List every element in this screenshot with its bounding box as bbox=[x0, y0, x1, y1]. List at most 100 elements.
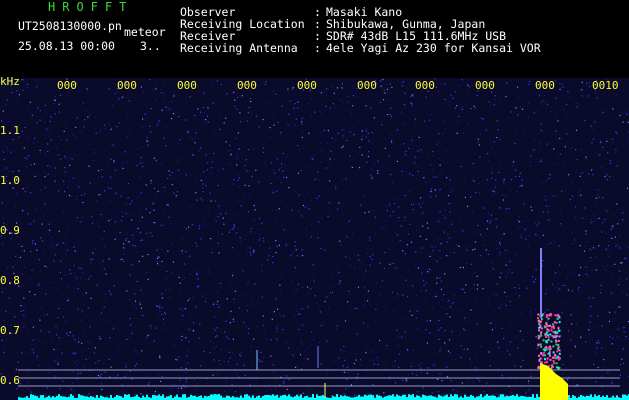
noise-dot bbox=[276, 328, 278, 330]
echo-dot bbox=[557, 346, 560, 349]
meteor-count: 3.. bbox=[140, 39, 161, 53]
noise-dot bbox=[443, 294, 445, 296]
baseline-bar bbox=[500, 394, 502, 400]
noise-dot bbox=[467, 381, 469, 383]
noise-dot bbox=[53, 99, 55, 101]
noise-dot bbox=[619, 306, 621, 308]
noise-dot bbox=[601, 325, 603, 327]
noise-dot bbox=[209, 173, 211, 175]
noise-dot bbox=[598, 196, 600, 198]
noise-dot bbox=[197, 278, 199, 280]
noise-dot bbox=[87, 116, 89, 118]
noise-dot bbox=[611, 274, 613, 276]
noise-dot bbox=[529, 165, 531, 167]
noise-dot bbox=[519, 354, 521, 357]
noise-dot bbox=[592, 174, 594, 176]
noise-dot bbox=[349, 131, 351, 133]
echo-dot bbox=[552, 356, 555, 359]
noise-dot bbox=[379, 101, 381, 103]
noise-dot bbox=[47, 143, 49, 145]
noise-dot bbox=[316, 302, 318, 304]
echo-dot bbox=[552, 345, 555, 348]
noise-dot bbox=[38, 317, 40, 319]
noise-dot bbox=[147, 144, 149, 146]
noise-dot bbox=[494, 99, 497, 101]
baseline-bar bbox=[422, 394, 424, 400]
noise-dot bbox=[164, 93, 166, 95]
noise-dot bbox=[550, 242, 552, 244]
noise-dot bbox=[66, 249, 68, 251]
noise-dot bbox=[615, 149, 617, 151]
echo-dot bbox=[537, 317, 539, 319]
noise-dot bbox=[430, 188, 432, 190]
noise-dot bbox=[412, 209, 414, 211]
noise-dot bbox=[196, 179, 198, 181]
noise-dot bbox=[595, 381, 597, 383]
noise-dot bbox=[405, 150, 407, 152]
noise-dot bbox=[39, 149, 41, 151]
noise-dot bbox=[160, 88, 162, 91]
baseline-bar bbox=[80, 395, 82, 400]
noise-dot bbox=[302, 131, 304, 133]
noise-dot bbox=[576, 384, 578, 386]
noise-dot bbox=[489, 222, 491, 224]
echo-dot bbox=[543, 351, 546, 354]
noise-dot bbox=[615, 317, 617, 319]
noise-dot bbox=[29, 101, 31, 103]
noise-dot bbox=[617, 306, 620, 308]
noise-dot bbox=[434, 78, 436, 80]
noise-dot bbox=[567, 379, 569, 381]
noise-dot bbox=[543, 95, 545, 97]
noise-dot bbox=[496, 226, 498, 228]
noise-dot bbox=[597, 366, 599, 368]
baseline-bar bbox=[428, 395, 430, 400]
noise-dot bbox=[307, 192, 309, 194]
noise-dot bbox=[490, 214, 492, 216]
noise-dot bbox=[523, 129, 525, 131]
noise-dot bbox=[44, 171, 46, 173]
noise-dot bbox=[189, 206, 191, 208]
noise-dot bbox=[377, 170, 379, 172]
noise-dot bbox=[509, 300, 511, 303]
noise-dot bbox=[60, 260, 62, 262]
noise-dot bbox=[442, 133, 444, 135]
noise-dot bbox=[202, 224, 205, 226]
noise-dot bbox=[300, 339, 302, 341]
noise-dot bbox=[120, 195, 122, 197]
noise-dot bbox=[157, 373, 160, 375]
baseline-bar bbox=[446, 394, 448, 400]
noise-dot bbox=[444, 83, 446, 85]
baseline-bar bbox=[120, 396, 122, 400]
noise-dot bbox=[163, 210, 165, 212]
noise-dot bbox=[70, 273, 72, 275]
noise-dot bbox=[42, 215, 44, 217]
noise-dot bbox=[307, 358, 309, 360]
noise-dot bbox=[79, 221, 81, 223]
noise-dot bbox=[106, 161, 109, 163]
noise-dot bbox=[59, 271, 61, 274]
noise-dot bbox=[104, 371, 106, 373]
baseline-bar bbox=[402, 394, 404, 400]
noise-dot bbox=[123, 260, 125, 263]
baseline-bar bbox=[508, 396, 510, 400]
echo-dot bbox=[557, 358, 560, 361]
noise-dot bbox=[384, 147, 386, 149]
noise-dot bbox=[1, 340, 3, 342]
noise-dot bbox=[300, 341, 303, 343]
noise-dot bbox=[334, 185, 336, 187]
noise-dot bbox=[610, 162, 612, 164]
noise-dot bbox=[58, 111, 60, 113]
noise-dot bbox=[443, 231, 445, 233]
noise-dot bbox=[590, 305, 592, 308]
noise-dot bbox=[456, 244, 458, 246]
noise-dot bbox=[280, 181, 282, 183]
noise-dot bbox=[226, 93, 228, 95]
noise-dot bbox=[375, 308, 377, 310]
noise-dot bbox=[139, 162, 142, 164]
echo-dot bbox=[537, 343, 540, 346]
noise-dot bbox=[150, 232, 152, 234]
noise-dot bbox=[400, 225, 402, 227]
noise-dot bbox=[411, 314, 413, 316]
noise-dot bbox=[232, 183, 234, 185]
baseline-bar bbox=[370, 394, 372, 400]
